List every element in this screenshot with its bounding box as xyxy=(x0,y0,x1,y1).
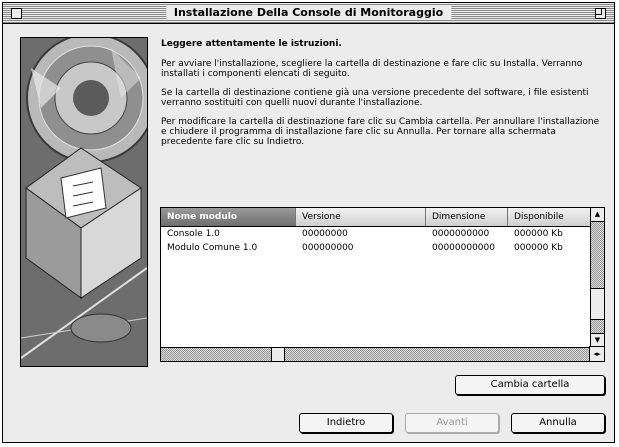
zoom-box-icon[interactable] xyxy=(595,8,606,19)
scroll-down-arrow-icon[interactable]: ▼ xyxy=(591,333,604,347)
vertical-scroll-thumb[interactable] xyxy=(591,288,604,320)
table-cell: 000000 Kb xyxy=(514,243,563,253)
resize-corner-icon: ◂▸ xyxy=(589,346,604,361)
cancel-button[interactable]: Annulla xyxy=(511,413,605,433)
column-header-version[interactable]: Versione xyxy=(296,208,426,226)
intro-heading: Leggere attentamente le istruzioni. xyxy=(161,39,342,49)
table-cell: 0000000000 xyxy=(432,229,490,239)
installer-window: Installazione Della Console di Monitorag… xyxy=(2,2,615,443)
table-row[interactable]: Modulo Comune 1.0 000000000 00000000000 … xyxy=(161,241,591,255)
column-header-available[interactable]: Disponibile xyxy=(508,208,591,226)
table-cell: 00000000000 xyxy=(432,243,495,253)
scroll-up-arrow-icon[interactable]: ▲ xyxy=(591,208,604,222)
column-header-size[interactable]: Dimensione xyxy=(426,208,508,226)
table-cell: 00000000 xyxy=(302,229,348,239)
horizontal-scroll-thumb[interactable] xyxy=(271,348,285,361)
table-row[interactable]: Console 1.0 00000000 0000000000 000000 K… xyxy=(161,227,591,241)
table-body: Console 1.0 00000000 0000000000 000000 K… xyxy=(161,227,591,255)
intro-paragraph-1: Per avviare l'installazione, scegliere l… xyxy=(161,59,583,79)
table-header: Nome modulo Versione Dimensione Disponib… xyxy=(161,208,591,227)
table-cell: 000000000 xyxy=(302,243,354,253)
illustration-graphic xyxy=(21,38,147,366)
intro-paragraph-2: Se la cartella di destinazione contiene … xyxy=(161,88,589,108)
module-table[interactable]: Nome modulo Versione Dimensione Disponib… xyxy=(160,207,605,362)
window-title: Installazione Della Console di Monitorag… xyxy=(165,5,452,20)
back-button[interactable]: Indietro xyxy=(299,413,393,433)
install-button[interactable]: Avanti xyxy=(405,413,499,433)
horizontal-scrollbar[interactable] xyxy=(161,347,591,361)
intro-text: Leggere attentamente le istruzioni. Per … xyxy=(161,39,601,156)
close-box-icon[interactable] xyxy=(11,8,22,19)
installer-illustration xyxy=(20,37,148,367)
column-header-name[interactable]: Nome modulo xyxy=(161,208,296,226)
table-cell: Modulo Comune 1.0 xyxy=(167,243,258,253)
table-cell: 000000 Kb xyxy=(514,229,563,239)
vertical-scrollbar[interactable]: ▲ ▼ xyxy=(590,208,604,347)
title-bar[interactable]: Installazione Della Console di Monitorag… xyxy=(3,3,614,24)
intro-paragraph-3: Per modificare la cartella di destinazio… xyxy=(161,117,600,147)
table-cell: Console 1.0 xyxy=(167,229,220,239)
change-folder-button[interactable]: Cambia cartella xyxy=(455,375,605,395)
